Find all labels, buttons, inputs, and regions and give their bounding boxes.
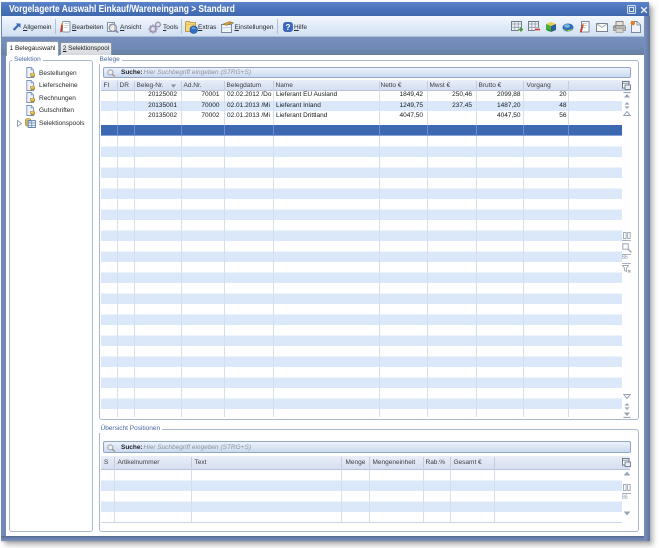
svg-text:?: ? xyxy=(286,23,291,32)
